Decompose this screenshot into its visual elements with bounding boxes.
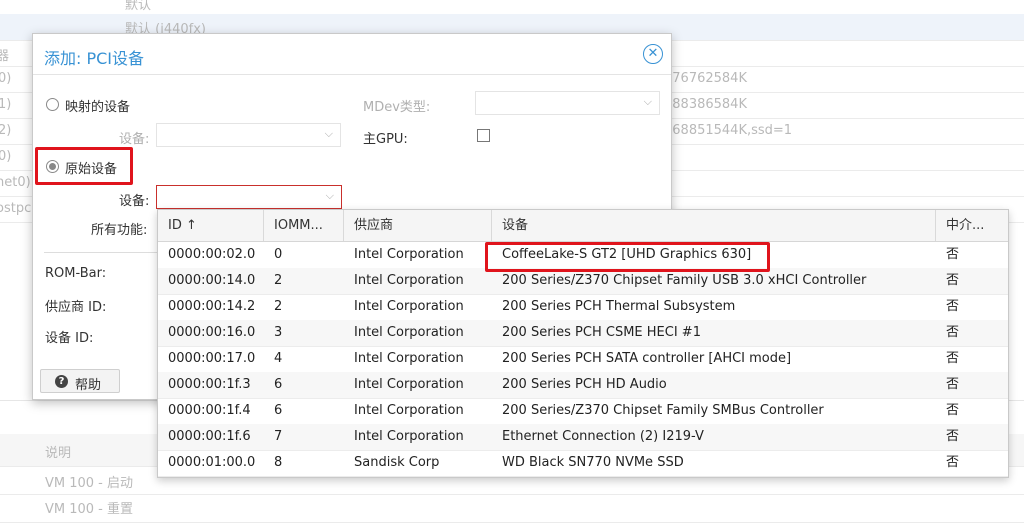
grid-header: ID ↑ IOMM... 供应商 设备 中介... [158,210,1008,242]
bg-row: 默认 [0,0,1024,15]
cell-id: 0000:00:1f.4 [168,403,251,418]
table-row[interactable]: 0000:00:14.0 2 Intel Corporation 200 Series… [158,268,1008,295]
pci-device-picker-grid: ID ↑ IOMM... 供应商 设备 中介... 0000:00:02.0 0 I… [157,209,1009,478]
cell-id: 0000:00:02.0 [168,247,256,262]
cell-vendor: Intel Corporation [354,273,464,288]
column-header-vendor[interactable]: 供应商 [344,210,492,241]
chevron-down-icon: ⌵ [643,95,652,108]
cell-iommu: 6 [274,403,283,418]
mapped-device-select[interactable]: ⌵ [156,123,341,147]
cell-mediated: 否 [946,429,960,444]
cell-iommu: 2 [274,299,283,314]
question-circle-icon: ? [55,375,68,388]
radio-mapped-device[interactable] [46,98,59,111]
column-header-iommu[interactable]: IOMM... [264,210,344,241]
help-button[interactable]: ? 帮助 [40,369,120,393]
separator [44,252,159,253]
table-row[interactable]: 0000:01:00.0 8 Sandisk Corp WD Black SN770 … [158,450,1008,477]
mdev-type-label: MDev类型: [363,100,431,115]
close-icon[interactable]: ✕ [643,44,663,64]
bg-log-row: VM 100 - 重置 [0,494,1024,523]
cell-vendor: Intel Corporation [354,429,464,444]
cell-mediated: 否 [946,403,960,418]
cell-mediated: 否 [946,247,960,262]
cell-id: 0000:00:1f.6 [168,429,251,444]
rom-bar-label: ROM-Bar: [45,266,107,281]
all-functions-label: 所有功能: [91,223,148,238]
table-row[interactable]: 0000:00:16.0 3 Intel Corporation 200 Series… [158,320,1008,347]
radio-mapped-label: 映射的设备 [65,100,131,115]
raw-device-select[interactable]: ⌵ [156,185,342,209]
table-row[interactable]: 0000:00:1f.3 6 Intel Corporation 200 Series… [158,372,1008,399]
table-row[interactable]: 0000:00:14.2 2 Intel Corporation 200 Series… [158,294,1008,321]
cell-device: 200 Series/Z370 Chipset Family SMBus Con… [502,403,824,418]
primary-gpu-label: 主GPU: [363,132,408,147]
table-row[interactable]: 0000:00:1f.4 6 Intel Corporation 200 Series… [158,398,1008,425]
cell-vendor: Intel Corporation [354,247,464,262]
cell-mediated: 否 [946,273,960,288]
cell-iommu: 4 [274,351,283,366]
cell-id: 0000:00:14.2 [168,299,256,314]
cell-vendor: Intel Corporation [354,377,464,392]
cell-vendor: Intel Corporation [354,299,464,314]
column-header-id[interactable]: ID ↑ [158,210,264,241]
chevron-down-icon: ⌵ [324,127,333,140]
cell-id: 0000:00:14.0 [168,273,256,288]
cell-device: 200 Series PCH HD Audio [502,377,667,392]
cell-id: 0000:00:16.0 [168,325,256,340]
cell-id: 0000:01:00.0 [168,455,256,470]
cell-mediated: 否 [946,299,960,314]
cell-mediated: 否 [946,455,960,470]
column-header-mediated[interactable]: 中介... [936,210,1008,241]
cell-vendor: Intel Corporation [354,325,464,340]
cell-iommu: 8 [274,455,283,470]
cell-mediated: 否 [946,351,960,366]
cell-device: 200 Series PCH Thermal Subsystem [502,299,736,314]
cell-mediated: 否 [946,325,960,340]
red-highlight-raw-device [35,147,133,185]
cell-iommu: 2 [274,273,283,288]
cell-device: 200 Series PCH CSME HECI #1 [502,325,701,340]
raw-device-label: 设备: [119,194,150,209]
dialog-title: 添加: PCI设备 [44,49,145,68]
device-id-label: 设备 ID: [45,331,94,346]
mapped-device-label: 设备: [119,132,150,147]
chevron-down-icon: ⌵ [325,189,334,202]
cell-device: WD Black SN770 NVMe SSD [502,455,684,470]
cell-id: 0000:00:17.0 [168,351,256,366]
cell-mediated: 否 [946,377,960,392]
primary-gpu-checkbox[interactable] [477,129,490,142]
help-button-label: 帮助 [75,378,102,393]
dialog-header: 添加: PCI设备 ✕ [33,34,671,75]
cell-iommu: 0 [274,247,283,262]
red-highlight-gpu-row [485,242,770,272]
cell-id: 0000:00:1f.3 [168,377,251,392]
cell-vendor: Intel Corporation [354,351,464,366]
mdev-type-select[interactable]: ⌵ [475,91,660,115]
cell-device: Ethernet Connection (2) I219-V [502,429,704,444]
cell-iommu: 6 [274,377,283,392]
cell-vendor: Intel Corporation [354,403,464,418]
column-header-device[interactable]: 设备 [492,210,936,241]
cell-iommu: 7 [274,429,283,444]
cell-vendor: Sandisk Corp [354,455,440,470]
cell-iommu: 3 [274,325,283,340]
table-row[interactable]: 0000:00:17.0 4 Intel Corporation 200 Series… [158,346,1008,373]
vendor-id-label: 供应商 ID: [45,300,107,315]
cell-device: 200 Series PCH SATA controller [AHCI mod… [502,351,792,366]
table-row[interactable]: 0000:00:1f.6 7 Intel Corporation Ethernet C… [158,424,1008,451]
